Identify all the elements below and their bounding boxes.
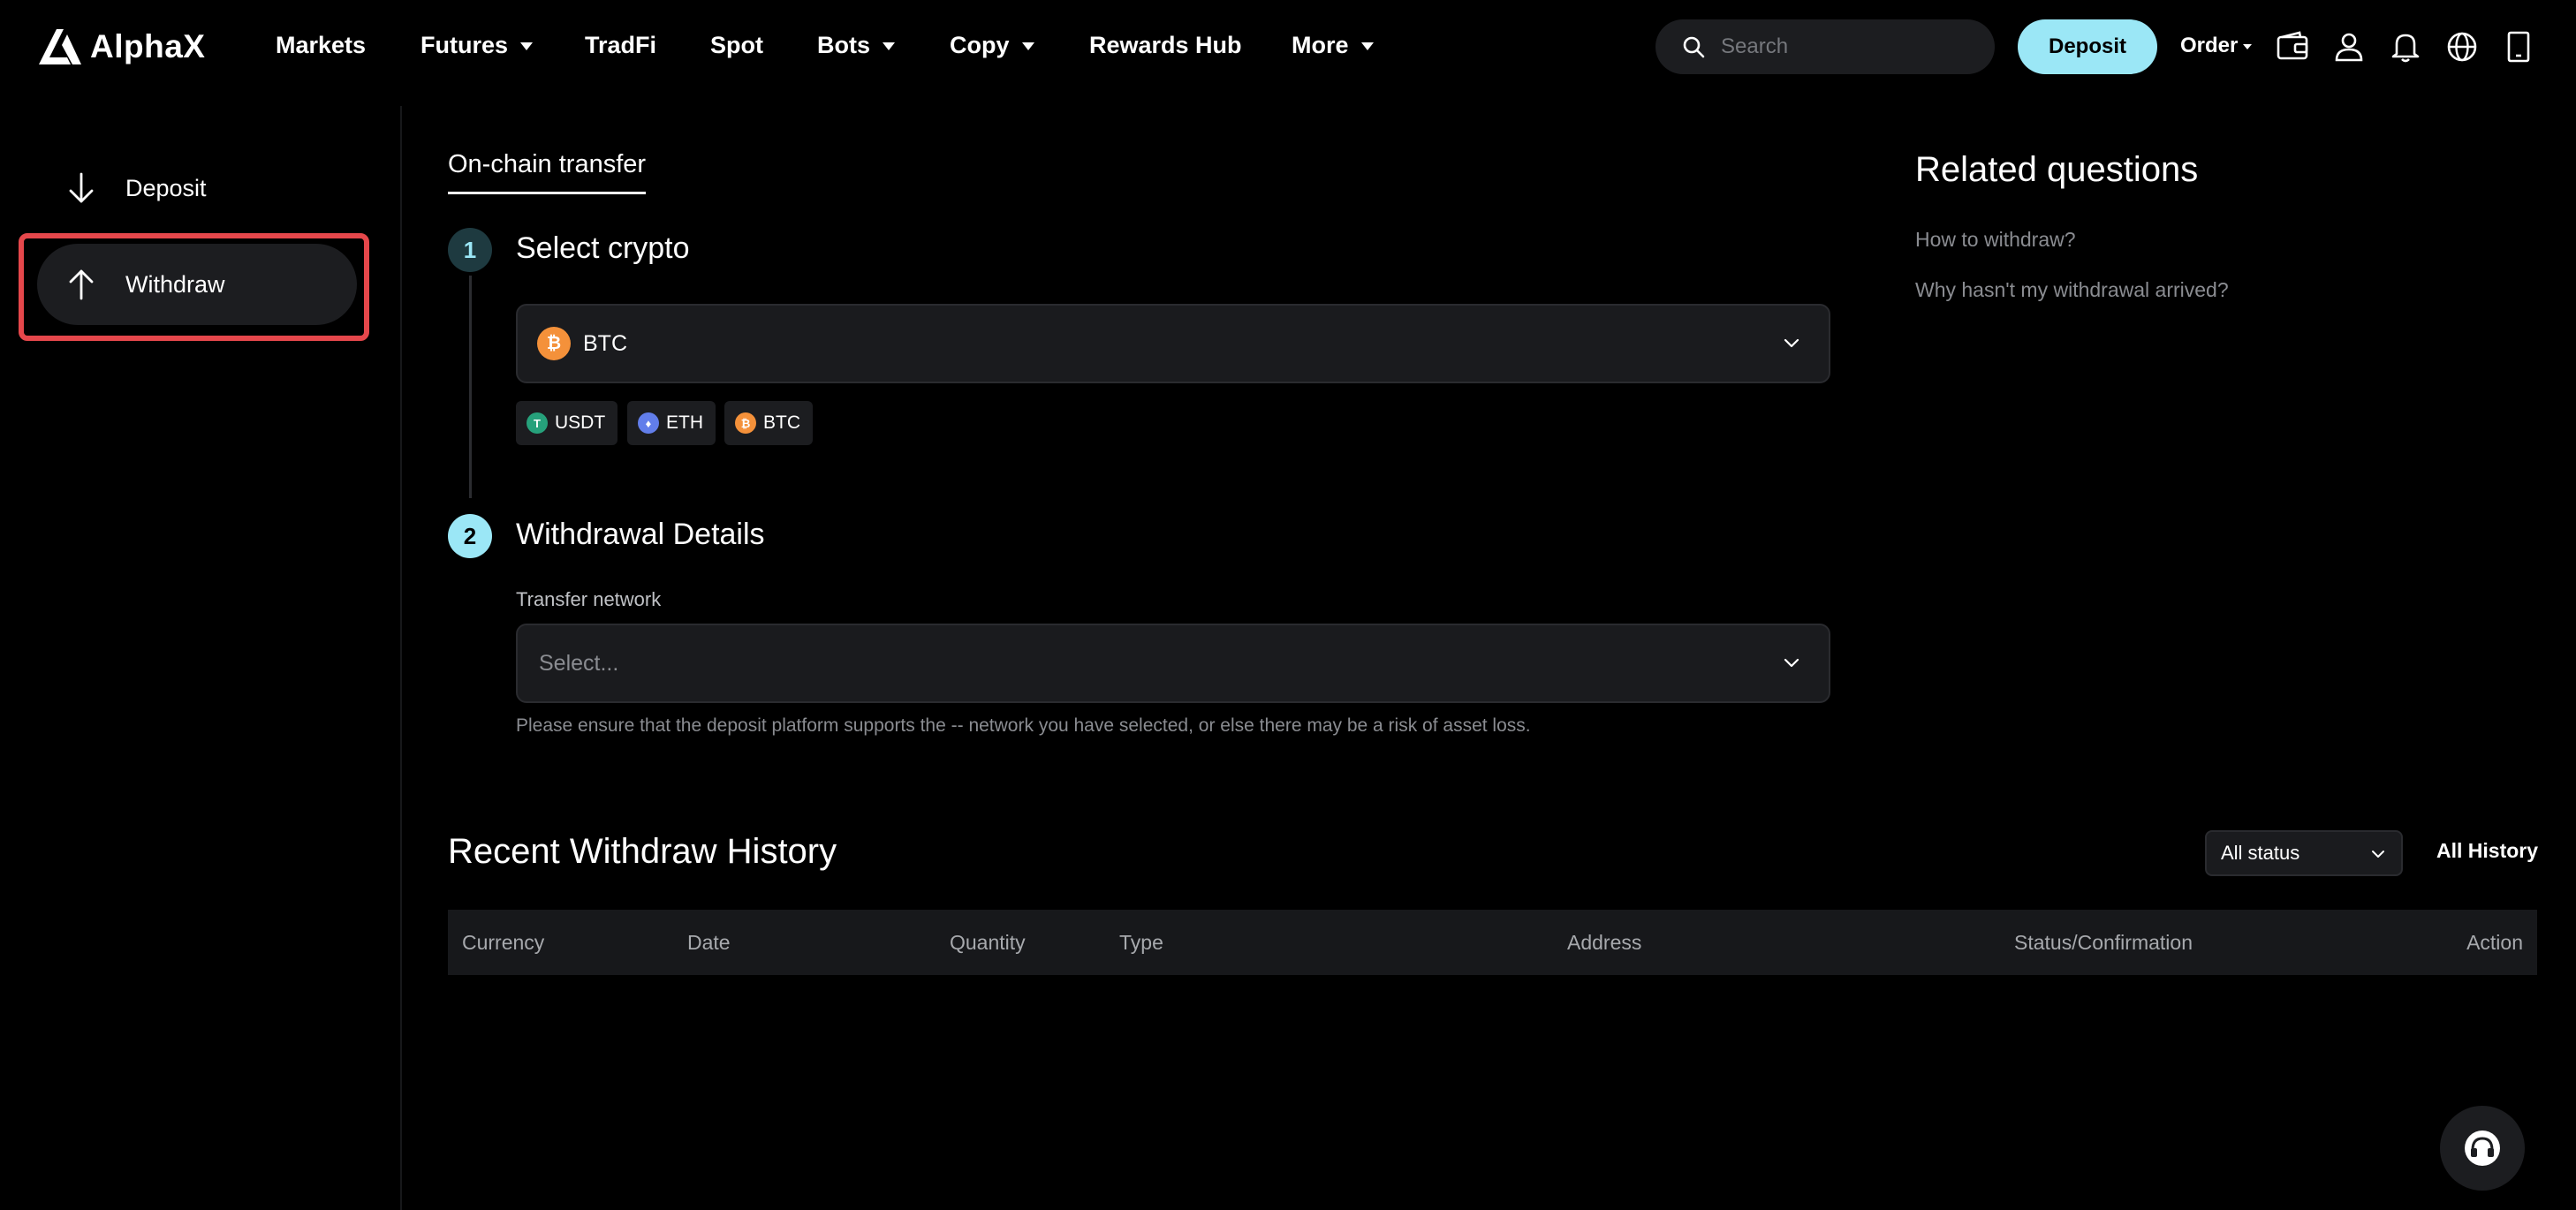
column-header-type: Type: [1119, 931, 1163, 954]
nav-tradfi[interactable]: TradFi: [585, 32, 656, 59]
column-header-currency: Currency: [462, 931, 545, 954]
chip-label: BTC: [763, 412, 800, 433]
caret-down-icon: [2243, 44, 2253, 49]
caret-down-icon: [520, 42, 534, 50]
sidebar-item-deposit[interactable]: Deposit: [37, 147, 357, 229]
step-connector-line: [469, 276, 472, 498]
tab-on-chain-transfer[interactable]: On-chain transfer: [448, 150, 647, 194]
nav-bots[interactable]: Bots: [817, 32, 895, 59]
header-deposit-button[interactable]: Deposit: [2018, 19, 2157, 74]
crypto-select[interactable]: ₿ BTC: [516, 304, 1830, 383]
network-warning-hint: Please ensure that the deposit platform …: [516, 715, 1531, 736]
step-1-title: Select crypto: [516, 231, 690, 265]
nav-markets-label: Markets: [276, 32, 367, 58]
caret-down-icon: [1360, 42, 1374, 50]
nav-copy[interactable]: Copy: [950, 32, 1034, 59]
history-table-header: Currency Date Quantity Type Address Stat…: [448, 910, 2537, 975]
globe-icon[interactable]: [2445, 30, 2479, 64]
sidebar-item-label: Withdraw: [125, 270, 225, 298]
chevron-down-icon: [1784, 658, 1799, 668]
wallet-icon[interactable]: [2276, 30, 2309, 64]
column-header-status: Status/Confirmation: [2014, 931, 2193, 954]
nav-bots-label: Bots: [817, 32, 870, 58]
search-input[interactable]: [1721, 34, 1986, 59]
selected-crypto-label: BTC: [583, 330, 627, 356]
btc-coin-icon: ₿: [735, 412, 756, 434]
quick-coin-btc[interactable]: ₿ BTC: [724, 401, 813, 445]
all-history-link[interactable]: All History: [2436, 839, 2538, 863]
caret-down-icon: [1021, 42, 1034, 50]
chevron-down-icon: [1784, 338, 1799, 348]
nav-markets[interactable]: Markets: [276, 32, 366, 59]
btc-coin-icon: ₿: [537, 327, 571, 360]
status-filter-select[interactable]: All status: [2205, 830, 2403, 876]
search-box[interactable]: [1655, 19, 1995, 74]
alphax-logo-icon: [39, 29, 81, 64]
nav-rewards-label: Rewards Hub: [1089, 32, 1242, 58]
related-questions-title: Related questions: [1915, 150, 2199, 189]
chip-label: ETH: [666, 412, 703, 433]
nav-futures-label: Futures: [420, 32, 509, 58]
quick-coin-eth[interactable]: ♦ ETH: [627, 401, 716, 445]
sidebar-item-label: Deposit: [125, 174, 207, 201]
column-header-quantity: Quantity: [950, 931, 1026, 954]
logo-text: AlphaX: [90, 28, 206, 64]
quick-coin-usdt[interactable]: T USDT: [516, 401, 618, 445]
nav-more-label: More: [1292, 32, 1349, 58]
nav-rewards-hub[interactable]: Rewards Hub: [1089, 32, 1242, 59]
sidebar-item-withdraw[interactable]: Withdraw: [37, 244, 357, 325]
nav-more[interactable]: More: [1292, 32, 1374, 59]
recent-withdraw-history-title: Recent Withdraw History: [448, 832, 837, 871]
caret-down-icon: [883, 42, 895, 50]
status-filter-value: All status: [2221, 842, 2300, 864]
transfer-network-label: Transfer network: [516, 588, 662, 610]
column-header-action: Action: [2466, 931, 2523, 954]
sidebar-divider: [400, 106, 402, 1210]
column-header-address: Address: [1567, 931, 1642, 954]
step-2-title: Withdrawal Details: [516, 518, 765, 551]
headset-support-icon: [2465, 1131, 2500, 1166]
nav-spot-label: Spot: [710, 32, 763, 58]
step-2-indicator: 2: [448, 514, 492, 558]
search-icon: [1683, 36, 1705, 58]
bell-icon[interactable]: [2389, 30, 2422, 64]
download-app-icon[interactable]: [2502, 30, 2535, 64]
user-icon[interactable]: [2332, 30, 2366, 64]
network-select-placeholder: Select...: [539, 650, 619, 676]
top-navigation-bar: AlphaX Markets Futures TradFi Spot Bots …: [0, 0, 2576, 94]
empty-state-icon: [1442, 1093, 1541, 1182]
faq-link-how-to-withdraw[interactable]: How to withdraw?: [1915, 228, 2076, 252]
nav-spot[interactable]: Spot: [710, 32, 763, 59]
alphax-logo[interactable]: AlphaX: [37, 26, 205, 67]
nav-futures[interactable]: Futures: [420, 32, 534, 59]
order-menu[interactable]: Order: [2180, 34, 2253, 58]
eth-coin-icon: ♦: [638, 412, 659, 434]
order-label: Order: [2180, 34, 2239, 57]
usdt-coin-icon: T: [527, 412, 548, 434]
arrow-up-icon: [69, 269, 94, 300]
faq-link-withdrawal-not-arrived[interactable]: Why hasn't my withdrawal arrived?: [1915, 278, 2229, 302]
arrow-down-icon: [69, 172, 94, 203]
chevron-down-icon: [2372, 851, 2384, 858]
step-1-indicator: 1: [448, 228, 492, 272]
support-chat-button[interactable]: [2440, 1106, 2525, 1191]
nav-copy-label: Copy: [950, 32, 1010, 58]
transfer-network-select[interactable]: Select...: [516, 624, 1830, 703]
chip-label: USDT: [555, 412, 606, 433]
column-header-date: Date: [687, 931, 731, 954]
nav-tradfi-label: TradFi: [585, 32, 657, 58]
